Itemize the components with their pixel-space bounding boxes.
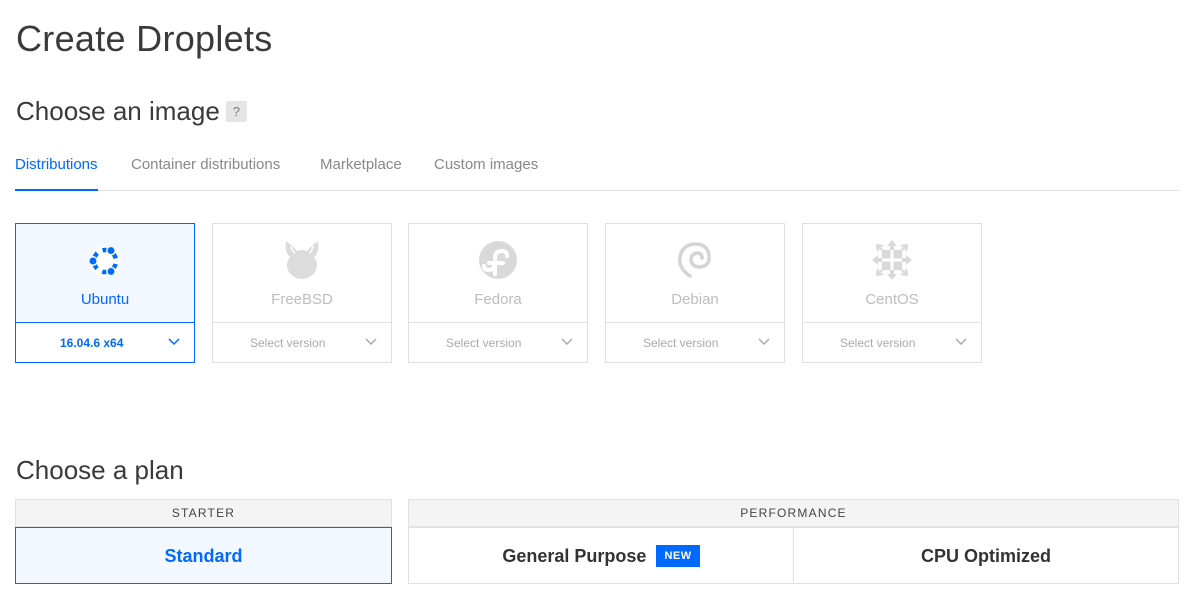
plan-group-performance-header: PERFORMANCE: [408, 499, 1179, 527]
distro-card-top[interactable]: FreeBSD: [213, 224, 391, 323]
version-select[interactable]: Select version: [213, 324, 391, 362]
new-badge: NEW: [656, 545, 700, 567]
plan-group-starter-header: STARTER: [15, 499, 392, 527]
image-tabs: Distributions Container distributions Ma…: [15, 150, 1179, 191]
distro-name: CentOS: [865, 291, 919, 308]
help-icon[interactable]: ?: [225, 101, 247, 122]
choose-image-heading: Choose an image?: [16, 96, 247, 127]
distro-card-top[interactable]: CentOS: [803, 224, 981, 323]
freebsd-logo-icon: [285, 241, 319, 279]
version-select-value: Select version: [643, 336, 719, 350]
distro-card-top[interactable]: Fedora: [409, 224, 587, 323]
choose-plan-heading: Choose a plan: [16, 455, 184, 485]
page-title: Create Droplets: [16, 18, 273, 59]
chevron-down-icon: [758, 338, 770, 346]
distro-card-freebsd[interactable]: FreeBSD Select version: [212, 223, 392, 363]
distro-name: Fedora: [474, 291, 522, 308]
choose-image-heading-text: Choose an image: [16, 96, 220, 126]
fedora-logo-icon: [479, 241, 517, 279]
plan-option-cpu-optimized[interactable]: CPU Optimized: [793, 527, 1179, 584]
plan-option-label: General Purpose: [502, 546, 647, 566]
plan-option-general-purpose[interactable]: General Purpose NEW: [408, 527, 794, 584]
distro-name: FreeBSD: [271, 291, 333, 308]
version-select[interactable]: Select version: [409, 324, 587, 362]
distro-card-fedora[interactable]: Fedora Select version: [408, 223, 588, 363]
version-select-value: Select version: [446, 336, 522, 350]
distro-card-centos[interactable]: CentOS Select version: [802, 223, 982, 363]
tab-container-distributions[interactable]: Container distributions: [131, 150, 280, 191]
version-select[interactable]: Select version: [606, 324, 784, 362]
chevron-down-icon: [561, 338, 573, 346]
tab-custom-images[interactable]: Custom images: [434, 150, 538, 191]
tab-distributions[interactable]: Distributions: [15, 150, 98, 191]
distro-name: Debian: [671, 291, 719, 308]
distro-card-top[interactable]: Debian: [606, 224, 784, 323]
distro-name: Ubuntu: [80, 291, 130, 308]
distro-card-top[interactable]: Ubuntu: [16, 224, 194, 323]
chevron-down-icon: [365, 338, 377, 346]
plan-option-standard[interactable]: Standard: [15, 527, 392, 584]
version-select[interactable]: 16.04.6 x64: [16, 324, 194, 362]
ubuntu-logo-icon: [88, 245, 121, 277]
chevron-down-icon: [168, 338, 180, 346]
version-select-value: 16.04.6 x64: [60, 336, 124, 350]
version-select-value: Select version: [840, 336, 916, 350]
centos-logo-icon: [872, 240, 912, 280]
debian-logo-icon: [677, 242, 711, 278]
tab-marketplace[interactable]: Marketplace: [320, 150, 402, 191]
chevron-down-icon: [955, 338, 967, 346]
distro-card-ubuntu[interactable]: Ubuntu 16.04.6 x64: [15, 223, 195, 363]
distro-card-debian[interactable]: Debian Select version: [605, 223, 785, 363]
version-select[interactable]: Select version: [803, 324, 981, 362]
version-select-value: Select version: [250, 336, 326, 350]
